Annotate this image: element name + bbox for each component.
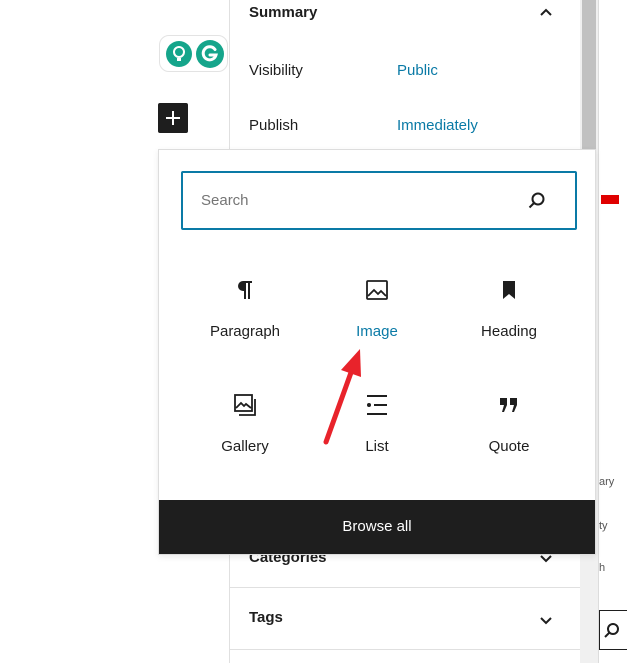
search-button[interactable] (527, 191, 547, 211)
divider (230, 587, 580, 588)
gallery-icon (234, 394, 256, 416)
visibility-label: Visibility (249, 62, 303, 79)
summary-title: Summary (249, 4, 318, 21)
block-quote[interactable]: Quote (449, 393, 569, 493)
list-icon (367, 395, 387, 415)
clipped-search-button[interactable] (599, 610, 627, 650)
block-label: Paragraph (209, 323, 281, 340)
grammarly-widget[interactable] (159, 35, 228, 72)
clipped-text: ary (599, 476, 615, 488)
block-list[interactable]: List (317, 393, 437, 493)
image-icon (366, 280, 388, 300)
block-gallery[interactable]: Gallery (185, 393, 305, 493)
clipped-text: h (599, 562, 606, 574)
block-image[interactable]: Image (317, 278, 437, 378)
visibility-value-link[interactable]: Public (397, 62, 438, 79)
block-label: Image (356, 323, 398, 340)
block-paragraph[interactable]: Paragraph (185, 278, 305, 378)
plus-icon (166, 111, 180, 125)
block-inserter-popover: Paragraph Image Heading Gallery List (158, 149, 596, 555)
block-label: Heading (481, 323, 537, 340)
divider (230, 649, 580, 650)
chevron-up-icon[interactable] (539, 5, 553, 19)
bookmark-icon (503, 281, 515, 299)
browse-all-button[interactable]: Browse all (159, 500, 595, 554)
search-icon (528, 192, 545, 209)
block-heading[interactable]: Heading (449, 278, 569, 378)
quote-icon (500, 398, 517, 412)
summary-panel-header[interactable]: Summary (230, 0, 580, 28)
clipped-editor-panel: ary ty h (598, 0, 627, 663)
publish-label: Publish (249, 117, 299, 134)
block-label: Quote (488, 438, 530, 455)
block-label: List (365, 438, 389, 455)
tags-title: Tags (249, 609, 283, 626)
chevron-down-icon[interactable] (539, 613, 553, 627)
block-search-box (181, 171, 577, 230)
block-search-input[interactable] (183, 173, 523, 228)
add-block-button[interactable] (158, 103, 188, 133)
grammarly-icon[interactable] (196, 39, 224, 68)
publish-value-link[interactable]: Immediately (397, 117, 478, 134)
paragraph-icon (238, 281, 252, 299)
tags-panel-header[interactable]: Tags (230, 589, 580, 649)
clipped-text: ty (599, 520, 608, 532)
block-label: Gallery (221, 438, 269, 455)
lightbulb-icon[interactable] (166, 40, 192, 67)
red-marker (601, 195, 619, 204)
search-icon (604, 623, 619, 638)
